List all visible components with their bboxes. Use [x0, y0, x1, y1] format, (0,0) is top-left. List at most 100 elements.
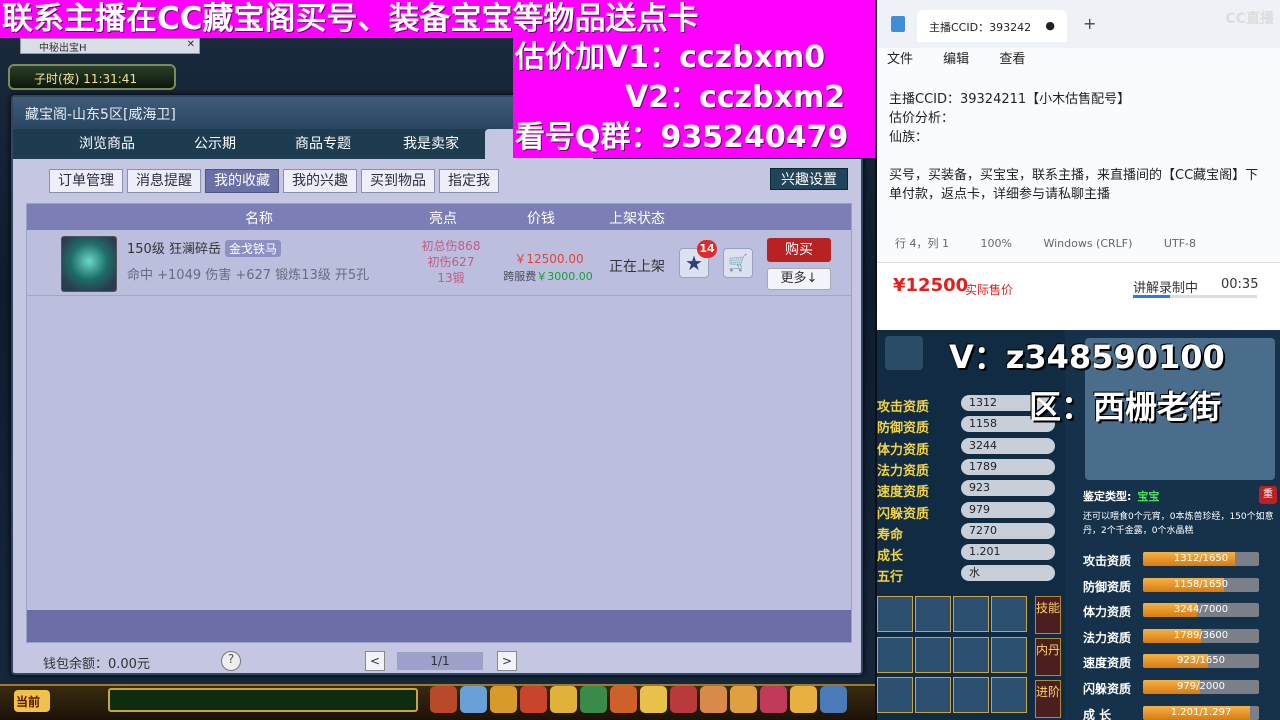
chat-input[interactable]	[108, 688, 418, 712]
pet-stat-row: 五行 水	[877, 564, 1065, 585]
inner-pill-button[interactable]: 内丹	[1035, 638, 1061, 676]
pet-stat-row: 速度资质 923	[877, 479, 1065, 501]
subtab-messages[interactable]: 消息提醒	[127, 169, 201, 193]
skill-icon[interactable]	[877, 677, 913, 714]
tab-publicity[interactable]: 公示期	[161, 129, 269, 159]
skill-icon[interactable]	[953, 636, 989, 673]
item-slot-icon[interactable]	[550, 686, 577, 713]
advance-button[interactable]: 进阶	[1035, 680, 1061, 718]
aptitude-bar: 3244/7000	[1143, 603, 1259, 618]
item-price: ￥12500.00	[514, 252, 584, 266]
skill-icon[interactable]	[877, 636, 913, 673]
item-slot-icon[interactable]	[490, 686, 517, 713]
tab-browse[interactable]: 浏览商品	[53, 129, 161, 159]
new-tab-icon[interactable]: +	[1083, 14, 1096, 33]
encoding: UTF-8	[1163, 237, 1196, 250]
aptitude-value: 1312/1650	[1173, 553, 1229, 564]
skill-icon[interactable]	[915, 596, 951, 632]
promo-banner-contact: 估价加V1：cczbxm0 V2：cczbxm2 看号Q群：935240479	[513, 38, 875, 158]
skill-icon[interactable]	[991, 636, 1027, 673]
wallet-balance: 钱包余额：0.00元	[43, 657, 150, 672]
tab-topics[interactable]: 商品专题	[269, 129, 377, 159]
col-price: 价钱	[527, 211, 555, 227]
item-slot-icon[interactable]	[610, 686, 637, 713]
item-slot-icon[interactable]	[730, 686, 757, 713]
skills-button[interactable]: 技能	[1035, 596, 1061, 634]
subtab-bought[interactable]: 买到物品	[361, 169, 435, 193]
close-icon[interactable]: ✕	[187, 39, 195, 50]
item-slot-icon[interactable]	[760, 686, 787, 713]
game-window-tab[interactable]: 中秘出宝H ✕	[20, 38, 200, 54]
subtab-favorites[interactable]: 我的收藏	[205, 169, 279, 193]
item-tag: 金戈铁马	[224, 240, 281, 257]
text-line: 主播CCID：39324211【小木估售配号】	[889, 92, 1131, 107]
menu-view[interactable]: 查看	[999, 52, 1025, 67]
weapon-icon[interactable]	[61, 236, 117, 292]
cross-server-fee: 跨服费￥3000.00	[493, 268, 603, 284]
highlight-2: 初伤627	[427, 255, 475, 269]
table-row[interactable]: 150级 狂澜碎岳 金戈铁马 命中 +1049 伤害 +627 锻炼13级 开5孔…	[27, 234, 851, 296]
pet-stat-row: 法力资质 1789	[877, 458, 1065, 479]
help-icon[interactable]: ?	[221, 651, 241, 671]
item-slot-icon[interactable]	[520, 686, 547, 713]
line-ending: Windows (CRLF)	[1043, 237, 1133, 250]
pet-aptitude-row: 法力资质 1789/3600	[1083, 627, 1279, 645]
chat-channel-button[interactable]: 当前	[14, 690, 50, 712]
subtab-interests[interactable]: 我的兴趣	[283, 169, 357, 193]
treasure-market-window: 藏宝阁-山东5区[威海卫] 浏览商品 公示期 商品专题 我是卖家 我 订单管理 …	[11, 95, 863, 675]
text-line: 估价分析：	[889, 111, 955, 126]
recording-time: 00:35	[1221, 277, 1259, 292]
aptitude-bar: 1312/1650	[1143, 552, 1259, 566]
skill-icon[interactable]	[991, 677, 1027, 714]
notepad-text-area[interactable]: 主播CCID：39324211【小木估售配号】 估价分析： 仙族： 买号，买装备…	[889, 90, 1269, 204]
pet-type: 鉴定类型: 宝宝	[1083, 488, 1159, 504]
prev-page-button[interactable]: <	[365, 651, 385, 671]
skill-icon[interactable]	[915, 636, 951, 673]
item-slot-icon[interactable]	[700, 686, 727, 713]
game-clock: 子时(夜) 11:31:41	[8, 64, 176, 90]
aptitude-bar: 979/2000	[1143, 680, 1259, 694]
aptitude-value: 979/2000	[1177, 681, 1225, 692]
reidentify-button[interactable]: 重	[1259, 486, 1277, 504]
menu-edit[interactable]: 编辑	[943, 52, 969, 67]
item-slot-icon[interactable]	[640, 686, 667, 713]
item-slot-icon[interactable]	[460, 686, 487, 713]
aptitude-value: 1158/1650	[1173, 578, 1229, 590]
next-page-button[interactable]: >	[497, 651, 517, 671]
item-slot-icon[interactable]	[670, 686, 697, 713]
more-button[interactable]: 更多↓	[767, 268, 831, 290]
tab-seller[interactable]: 我是卖家	[377, 129, 485, 159]
subtab-orders[interactable]: 订单管理	[49, 169, 123, 193]
pet-aptitude-row: 速度资质 923/1650	[1083, 652, 1279, 670]
skill-icon[interactable]	[953, 596, 989, 632]
pet-stat-label: 闪躲资质	[877, 506, 930, 522]
interest-settings-button[interactable]: 兴趣设置	[770, 168, 848, 190]
skill-icon[interactable]	[915, 677, 951, 714]
menu-file[interactable]: 文件	[887, 52, 913, 67]
pet-stat-label: 速度资质	[877, 485, 930, 501]
cc-live-logo: CC直播	[1225, 11, 1274, 27]
notepad-tab-title: 主播CCID：393242	[929, 21, 1032, 34]
subtab-designated[interactable]: 指定我	[439, 169, 499, 193]
col-name: 名称	[245, 211, 273, 227]
skill-icon[interactable]	[991, 596, 1027, 632]
notepad-icon	[891, 16, 905, 32]
notepad-tab[interactable]: 主播CCID：393242 ●	[917, 10, 1067, 42]
pet-stat-row: 闪躲资质 979	[877, 501, 1065, 522]
pet-avatar[interactable]	[885, 336, 923, 370]
item-slot-icon[interactable]	[790, 686, 817, 713]
item-slot-icon[interactable]	[580, 686, 607, 713]
item-name-text: 150级 狂澜碎岳	[127, 242, 221, 257]
skill-icon[interactable]	[877, 596, 913, 632]
aptitude-label: 防御资质	[1083, 579, 1132, 594]
pet-stat-value: 7270	[961, 522, 1055, 539]
pet-aptitude-row: 防御资质 1158/1650	[1083, 576, 1279, 594]
fee-label: 跨服费	[503, 270, 537, 283]
item-stats: 命中 +1049 伤害 +627 锻炼13级 开5孔	[127, 268, 370, 283]
buy-button[interactable]: 购买	[767, 238, 831, 262]
item-slot-icon[interactable]	[820, 686, 847, 713]
unsaved-dot-icon[interactable]: ●	[1045, 19, 1055, 32]
item-slot-icon[interactable]	[430, 686, 457, 713]
skill-icon[interactable]	[953, 677, 989, 714]
cart-icon[interactable]: 🛒	[723, 248, 753, 278]
